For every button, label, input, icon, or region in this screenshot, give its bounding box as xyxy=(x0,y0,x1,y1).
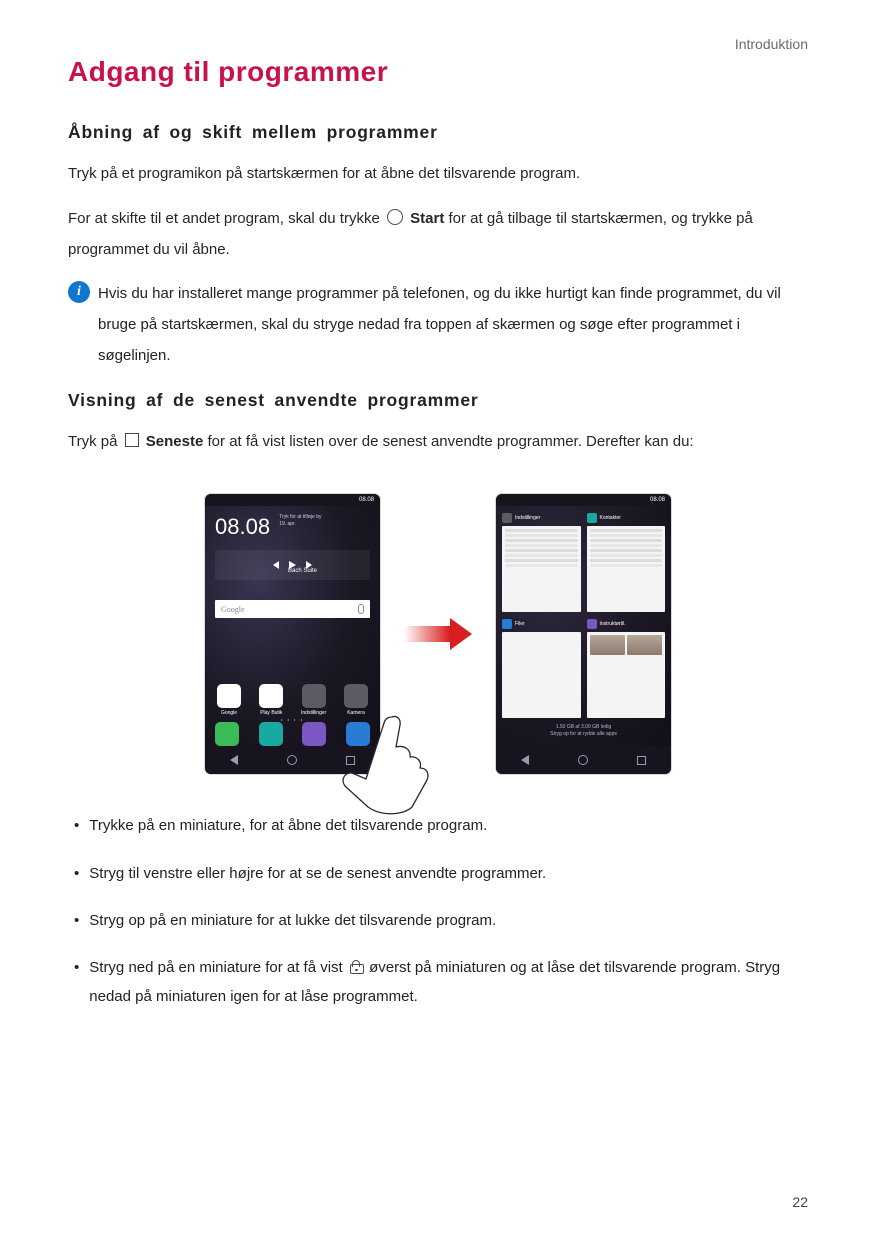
section1-p1: Tryk på et programikon på startskærmen f… xyxy=(68,159,808,190)
app-label: Play Butik xyxy=(260,710,282,716)
app-label: Indstillinger xyxy=(301,710,326,716)
nav-home-icon xyxy=(578,755,588,765)
app-label: Google xyxy=(221,710,237,716)
recent-thumb xyxy=(587,632,666,718)
recent-app-title: Instruktørtil. xyxy=(600,621,626,627)
hand-pointer-icon xyxy=(334,707,444,817)
nav-back-icon xyxy=(521,755,529,765)
nav-home-icon xyxy=(287,755,297,765)
section1-heading: Åbning af og skift mellem programmer xyxy=(68,122,808,143)
music-title: Bach Suite xyxy=(215,568,380,574)
bullet-item: Stryg til venstre eller højre for at se … xyxy=(68,859,808,888)
recents-grid: Indstillinger Kontakter Filer Instruktørtil… xyxy=(496,506,671,746)
header-section: Introduktion xyxy=(68,36,808,52)
bullet-text: Stryg op på en miniature for at lukke de… xyxy=(89,906,808,935)
app-bubble xyxy=(217,684,241,708)
recents-footer: 1.50 GB af 3.00 GB ledig Stryg op for at… xyxy=(502,724,665,740)
recent-app-icon xyxy=(502,619,512,629)
dock-icon xyxy=(215,722,239,746)
info-icon: i xyxy=(68,281,90,303)
nav-bar xyxy=(496,746,671,774)
recent-icon xyxy=(125,433,139,447)
recent-card: Indstillinger xyxy=(502,512,581,612)
app-bubble xyxy=(302,684,326,708)
home-icon xyxy=(387,209,403,225)
recent-app-icon xyxy=(587,619,597,629)
figure: 08.08 08.08 Tryk for at tilføje by19. ap… xyxy=(68,479,808,789)
status-time: 08.08 xyxy=(359,497,374,503)
page-number: 22 xyxy=(792,1194,808,1210)
lock-icon xyxy=(350,960,362,974)
section1-p2: For at skifte til et andet program, skal… xyxy=(68,204,808,266)
nav-back-icon xyxy=(230,755,238,765)
recent-app-title: Filer xyxy=(515,621,525,627)
clock-widget: 08.08 Tryk for at tilføje by19. apr. xyxy=(215,514,370,540)
start-label: Start xyxy=(410,210,444,227)
bullet-item: Stryg op på en miniature for at lukke de… xyxy=(68,906,808,935)
page: Introduktion Adgang til programmer Åbnin… xyxy=(0,0,876,1240)
recent-card: Instruktørtil. xyxy=(587,618,666,718)
section2-heading: Visning af de senest anvendte programmer xyxy=(68,390,808,411)
recent-thumb xyxy=(502,526,581,612)
text: Stryg ned på en miniature for at få vist xyxy=(89,959,347,976)
phone-recents: 08.08 Indstillinger Kontakter Filer Instruk… xyxy=(496,494,671,774)
dock-icon xyxy=(259,722,283,746)
app-icon: Indstillinger xyxy=(300,684,328,716)
arrow-body xyxy=(404,626,450,642)
bullet-text: Stryg til venstre eller højre for at se … xyxy=(89,859,808,888)
bullet-list: Trykke på en miniature, for at åbne det … xyxy=(68,811,808,1011)
text: for at få vist listen over de senest anv… xyxy=(208,433,694,450)
recent-app-icon xyxy=(502,513,512,523)
music-widget xyxy=(215,550,370,580)
app-icon: Google xyxy=(215,684,243,716)
text: For at skifte til et andet program, skal… xyxy=(68,210,384,227)
recent-app-icon xyxy=(587,513,597,523)
page-title: Adgang til programmer xyxy=(68,56,808,88)
status-time: 08.08 xyxy=(650,497,665,503)
bullet-item: Stryg ned på en miniature for at få vist… xyxy=(68,953,808,1012)
recent-card: Kontakter xyxy=(587,512,666,612)
info-callout: i Hvis du har installeret mange programm… xyxy=(68,279,808,371)
recent-app-title: Kontakter xyxy=(600,515,621,521)
recent-thumb xyxy=(587,526,666,612)
arrow xyxy=(398,618,478,650)
bullet-text: Stryg ned på en miniature for at få vist… xyxy=(89,953,808,1012)
recent-label: Seneste xyxy=(146,433,204,450)
recent-card: Filer xyxy=(502,618,581,718)
arrow-head-icon xyxy=(450,618,472,650)
recent-thumb xyxy=(502,632,581,718)
search-bar: Google xyxy=(215,600,370,618)
clock-sub: Tryk for at tilføje by19. apr. xyxy=(279,514,321,528)
bullet-text: Trykke på en miniature, for at åbne det … xyxy=(89,811,808,840)
search-placeholder: Google xyxy=(221,605,245,614)
mic-icon xyxy=(358,604,364,614)
status-bar: 08.08 xyxy=(205,494,380,506)
text: Tryk på xyxy=(68,433,122,450)
recent-app-title: Indstillinger xyxy=(515,515,540,521)
nav-recent-icon xyxy=(637,756,646,765)
section2-p1: Tryk på Seneste for at få vist listen ov… xyxy=(68,427,808,458)
status-bar: 08.08 xyxy=(496,494,671,506)
clock-time: 08.08 xyxy=(215,514,270,539)
app-bubble xyxy=(259,684,283,708)
dock-icon xyxy=(302,722,326,746)
info-text: Hvis du har installeret mange programmer… xyxy=(98,279,808,371)
app-icon: Play Butik xyxy=(257,684,285,716)
app-bubble xyxy=(344,684,368,708)
